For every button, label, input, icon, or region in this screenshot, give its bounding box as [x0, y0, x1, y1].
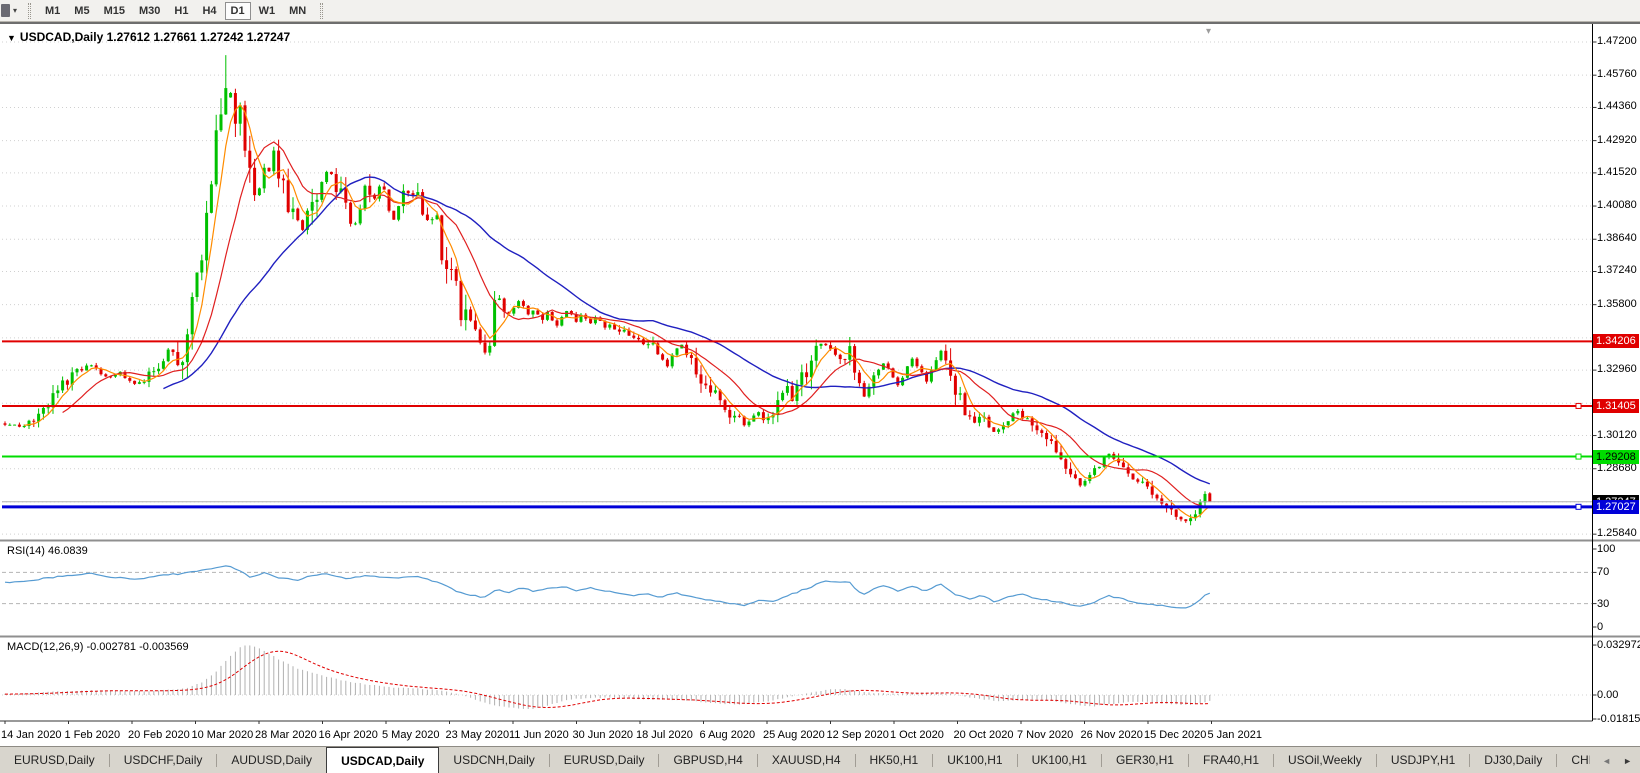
date-label[interactable]: 16 Apr 2020 — [319, 729, 378, 741]
date-label[interactable]: 23 May 2020 — [446, 729, 510, 741]
date-label[interactable]: 11 Jun 2020 — [509, 729, 569, 741]
price-axis-tick[interactable]: 1.32960 — [1597, 363, 1637, 375]
chart-dropdown-icon[interactable]: ▼ — [7, 33, 16, 43]
timeframe-m15[interactable]: M15 — [98, 2, 131, 20]
date-label[interactable]: 15 Dec 2020 — [1144, 729, 1206, 741]
timeframe-d1[interactable]: D1 — [225, 2, 251, 20]
tab-dj30-daily[interactable]: DJ30,Daily — [1470, 747, 1556, 773]
date-label[interactable]: 1 Oct 2020 — [890, 729, 944, 741]
toolbar-grip[interactable] — [28, 3, 31, 19]
hline-label-1-29208[interactable]: 1.29208 — [1593, 450, 1639, 464]
clipped-tool-icon[interactable] — [1, 4, 10, 17]
tab-usdcnh-daily[interactable]: USDCNH,Daily — [439, 747, 548, 773]
tab-ger30-h1[interactable]: GER30,H1 — [1102, 747, 1188, 773]
price-axis-tick[interactable]: 1.47200 — [1597, 35, 1637, 47]
timeframe-h1[interactable]: H1 — [168, 2, 194, 20]
timeframe-m5[interactable]: M5 — [68, 2, 95, 20]
date-label[interactable]: 10 Mar 2020 — [192, 729, 254, 741]
rsi-axis-tick[interactable]: 70 — [1597, 566, 1609, 578]
date-label[interactable]: 25 Aug 2020 — [763, 729, 825, 741]
macd-axis-tick[interactable]: 0.032972 — [1597, 639, 1640, 651]
date-label[interactable]: 20 Feb 2020 — [128, 729, 190, 741]
chart-title: ▼ USDCAD,Daily 1.27612 1.27661 1.27242 1.… — [7, 30, 290, 44]
hline-label-1-27027[interactable]: 1.27027 — [1593, 500, 1639, 514]
date-label[interactable]: 5 Jan 2021 — [1208, 729, 1262, 741]
tab-uk100-h1[interactable]: UK100,H1 — [1018, 747, 1101, 773]
timeframe-m30[interactable]: M30 — [133, 2, 166, 20]
rsi-label: RSI(14) 46.0839 — [7, 545, 88, 557]
tab-uk100-h1[interactable]: UK100,H1 — [933, 747, 1016, 773]
price-axis-tick[interactable]: 1.37240 — [1597, 264, 1637, 276]
date-label[interactable]: 14 Jan 2020 — [1, 729, 62, 741]
timeframe-buttons: M1M5M15M30H1H4D1W1MN — [38, 2, 313, 20]
tab-scroll-left-icon[interactable]: ◄ — [1602, 756, 1611, 766]
timeframe-m1[interactable]: M1 — [39, 2, 66, 20]
rsi-axis-tick[interactable]: 100 — [1597, 543, 1615, 555]
tool-dropdown-icon[interactable]: ▾ — [13, 6, 17, 15]
tab-hk50-h1[interactable]: HK50,H1 — [856, 747, 933, 773]
hline-label-1-31405[interactable]: 1.31405 — [1593, 399, 1639, 413]
top-toolbar: ▾ M1M5M15M30H1H4D1W1MN — [0, 0, 1640, 22]
chart-quote: 1.27612 1.27661 1.27242 1.27247 — [107, 30, 291, 44]
price-axis-tick[interactable]: 1.38640 — [1597, 232, 1637, 244]
tab-audusd-daily[interactable]: AUDUSD,Daily — [217, 747, 326, 773]
price-axis-tick[interactable]: 1.30120 — [1597, 429, 1637, 441]
date-label[interactable]: 18 Jul 2020 — [636, 729, 693, 741]
price-axis-tick[interactable]: 1.42920 — [1597, 134, 1637, 146]
date-label[interactable]: 28 Mar 2020 — [255, 729, 317, 741]
price-axis-tick[interactable]: 1.41520 — [1597, 166, 1637, 178]
price-axis-tick[interactable]: 1.35800 — [1597, 298, 1637, 310]
chart-canvas[interactable] — [0, 24, 1640, 724]
rsi-axis-tick[interactable]: 30 — [1597, 598, 1609, 610]
tab-scroll-right-icon[interactable]: ► — [1623, 756, 1632, 766]
tab-usdjpy-h1[interactable]: USDJPY,H1 — [1377, 747, 1469, 773]
hline-label-1-34206[interactable]: 1.34206 — [1593, 334, 1639, 348]
date-label[interactable]: 7 Nov 2020 — [1017, 729, 1073, 741]
price-axis-tick[interactable]: 1.25840 — [1597, 527, 1637, 539]
tab-gbpusd-h4[interactable]: GBPUSD,H4 — [659, 747, 756, 773]
timeframe-w1[interactable]: W1 — [253, 2, 282, 20]
toolbar-grip-end[interactable] — [320, 3, 323, 19]
price-axis-tick[interactable]: 1.40080 — [1597, 199, 1637, 211]
date-label[interactable]: 6 Aug 2020 — [700, 729, 756, 741]
date-label[interactable]: 20 Oct 2020 — [954, 729, 1014, 741]
tab-eurusd-daily[interactable]: EURUSD,Daily — [0, 747, 109, 773]
rsi-axis-tick[interactable]: 0 — [1597, 621, 1603, 633]
price-axis-tick[interactable]: 1.44360 — [1597, 100, 1637, 112]
date-label[interactable]: 5 May 2020 — [382, 729, 439, 741]
timeframe-h4[interactable]: H4 — [196, 2, 222, 20]
tab-fra40-h1[interactable]: FRA40,H1 — [1189, 747, 1273, 773]
macd-label: MACD(12,26,9) -0.002781 -0.003569 — [7, 641, 189, 653]
tab-eurusd-daily[interactable]: EURUSD,Daily — [550, 747, 659, 773]
date-label[interactable]: 30 Jun 2020 — [573, 729, 634, 741]
tab-usdcad-daily[interactable]: USDCAD,Daily — [326, 747, 439, 773]
tab-usdchf-daily[interactable]: USDCHF,Daily — [110, 747, 217, 773]
tab-xauusd-h4[interactable]: XAUUSD,H4 — [758, 747, 855, 773]
date-label[interactable]: 26 Nov 2020 — [1081, 729, 1143, 741]
tab-usoil-weekly[interactable]: USOil,Weekly — [1274, 747, 1376, 773]
chart-window: ▼ USDCAD,Daily 1.27612 1.27661 1.27242 1.… — [0, 22, 1640, 746]
tab-scroll-arrows: ◄ ► — [1590, 747, 1640, 773]
macd-axis-tick[interactable]: 0.00 — [1597, 689, 1618, 701]
chart-symbol: USDCAD,Daily — [20, 30, 103, 44]
date-label[interactable]: 12 Sep 2020 — [827, 729, 889, 741]
chart-tabs-bar: EURUSD,DailyUSDCHF,DailyAUDUSD,DailyUSDC… — [0, 746, 1640, 773]
price-axis-tick[interactable]: 1.45760 — [1597, 68, 1637, 80]
date-label[interactable]: 1 Feb 2020 — [65, 729, 121, 741]
macd-axis-tick[interactable]: -0.018154 — [1597, 713, 1640, 725]
timeframe-mn[interactable]: MN — [283, 2, 312, 20]
chart-shift-icon[interactable]: ▾ — [1206, 26, 1211, 37]
